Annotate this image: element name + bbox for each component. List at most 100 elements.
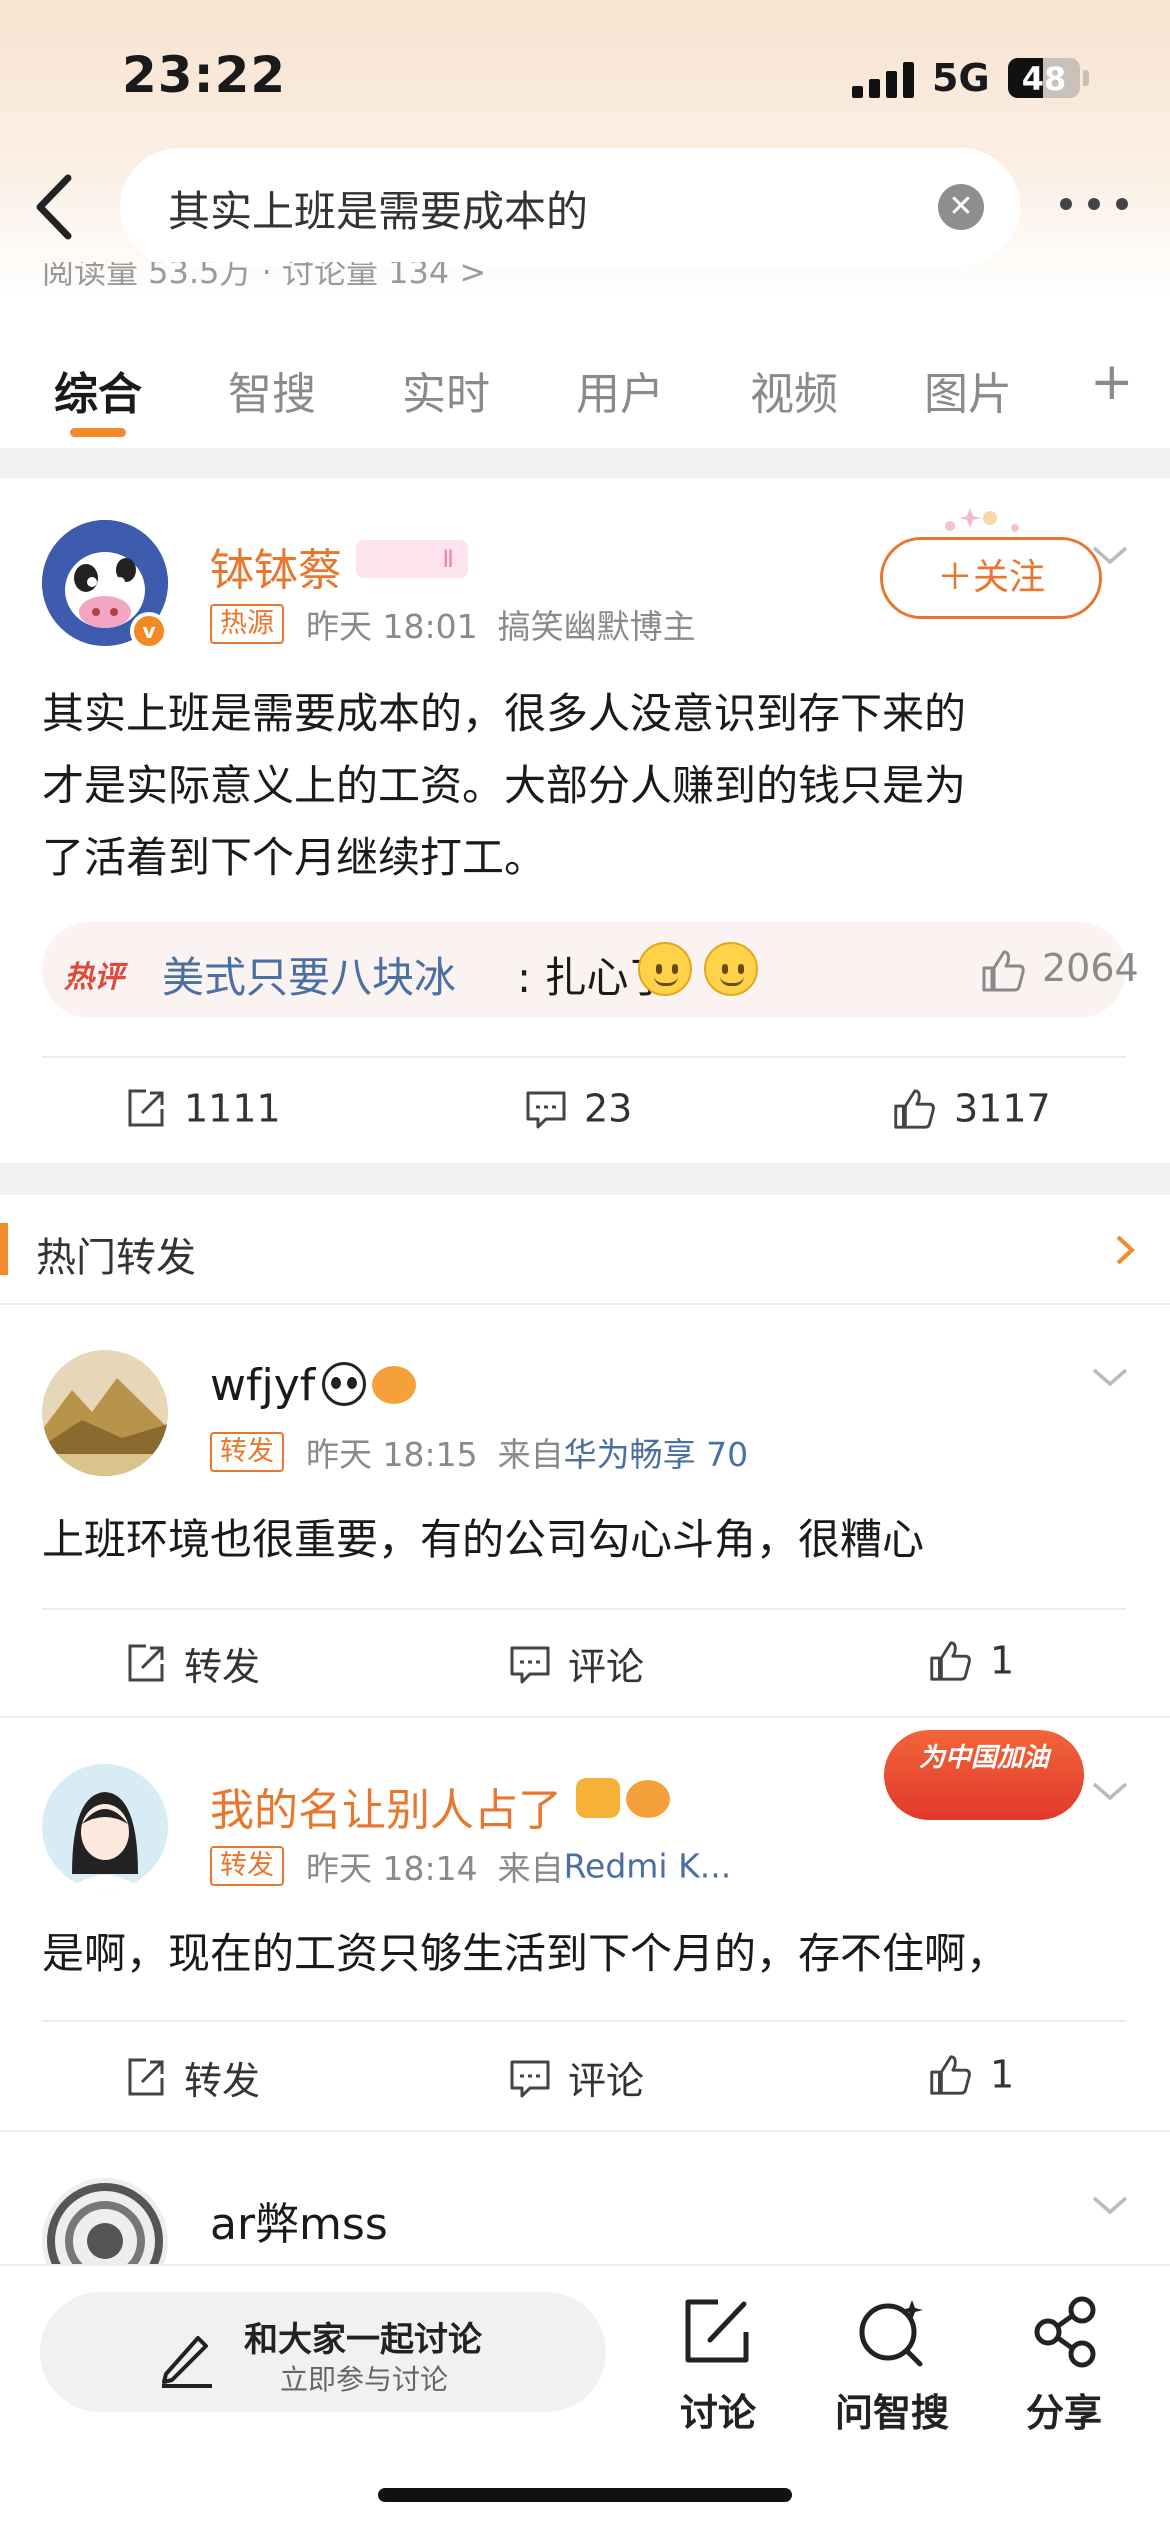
repost-device[interactable]: 华为畅享 70 bbox=[564, 1435, 748, 1474]
like-icon bbox=[930, 2054, 971, 2095]
hot-comment-author[interactable]: 美式只要八块冰 bbox=[162, 944, 456, 1005]
app: 23:22 5G 48 其实上班是需要成本的 ✕ 阅读量 53.5万 · 讨论量… bbox=[0, 0, 1170, 2532]
share-button[interactable]: 分享 bbox=[994, 2290, 1134, 2435]
divider bbox=[42, 2020, 1126, 2022]
repost-author[interactable]: 我的名让别人占了 bbox=[210, 1774, 562, 1838]
post-text-line-2: 才是实际意义上的工资。大部分人赚到的钱只是为 bbox=[42, 761, 967, 810]
chevron-down-icon[interactable] bbox=[1090, 1362, 1130, 1392]
ask-smart-search-button[interactable]: 问智搜 bbox=[822, 2290, 962, 2435]
repost-button[interactable]: 1111 bbox=[124, 1084, 281, 1131]
status-bar: 23:22 5G 48 bbox=[0, 0, 1170, 150]
tab-videos[interactable]: 视频 bbox=[750, 358, 838, 422]
search-input[interactable]: 其实上班是需要成本的 ✕ bbox=[120, 148, 1020, 266]
like-button[interactable]: 1 bbox=[926, 1636, 1014, 1685]
repost-tag: 转发 bbox=[210, 1432, 284, 1472]
discuss-input[interactable]: 和大家一起讨论 立即参与讨论 bbox=[40, 2292, 606, 2412]
smile-emoji-icon bbox=[638, 942, 692, 996]
event-badge: 为中国加油 bbox=[884, 1730, 1084, 1820]
like-icon[interactable] bbox=[978, 946, 1028, 996]
hot-comment[interactable]: 热评 美式只要八块冰 : 扎心了 2064 bbox=[42, 922, 1139, 1018]
add-tab-icon[interactable]: + bbox=[1090, 352, 1134, 412]
repost-button[interactable]: 转发 bbox=[124, 2050, 260, 2105]
repost-author[interactable]: ar弊mss bbox=[210, 2188, 388, 2252]
avatar[interactable] bbox=[42, 1350, 168, 1476]
comment-label: 评论 bbox=[568, 1645, 645, 1689]
panda-emoji-icon bbox=[322, 1362, 366, 1406]
chevron-down-icon[interactable] bbox=[1090, 1776, 1130, 1806]
follow-button[interactable]: ＋关注 bbox=[880, 537, 1102, 619]
tab-users[interactable]: 用户 bbox=[576, 358, 664, 422]
repost-icon bbox=[128, 2058, 164, 2095]
like-button[interactable]: 1 bbox=[926, 2050, 1014, 2099]
comment-icon bbox=[510, 2060, 550, 2097]
repost-meta: 转发 昨天 18:15 来自华为畅享 70 bbox=[210, 1428, 748, 1476]
like-icon bbox=[930, 1640, 971, 1681]
comment-button[interactable]: 23 bbox=[524, 1084, 632, 1131]
repost-label: 转发 bbox=[184, 2059, 261, 2103]
post-author-desc: 搞笑幽默博主 bbox=[497, 607, 696, 646]
sparkle-decoration-icon bbox=[945, 508, 1019, 532]
divider bbox=[0, 1303, 1170, 1305]
tab-images[interactable]: 图片 bbox=[924, 358, 1012, 422]
post-text-line-1: 其实上班是需要成本的，很多人没意识到存下来的 bbox=[42, 689, 967, 738]
repost-count: 1111 bbox=[184, 1086, 281, 1131]
divider bbox=[0, 2130, 1170, 2132]
section-title: 热门转发 bbox=[36, 1235, 196, 1281]
home-indicator bbox=[378, 2488, 792, 2502]
repost-meta: 转发 昨天 18:14 来自Redmi K... bbox=[210, 1842, 731, 1890]
tab-realtime[interactable]: 实时 bbox=[402, 358, 490, 422]
hot-comment-label: 热评 bbox=[64, 960, 124, 995]
section-accent bbox=[0, 1223, 8, 1275]
repost-from: 来自 bbox=[497, 1435, 564, 1474]
tab-smart-search[interactable]: 智搜 bbox=[228, 358, 316, 422]
comment-icon bbox=[510, 1646, 550, 1683]
girl-avatar-icon bbox=[42, 1764, 168, 1890]
share-label: 分享 bbox=[1025, 2391, 1102, 2435]
like-icon bbox=[894, 1088, 935, 1129]
like-count: 1 bbox=[990, 1638, 1015, 1683]
discuss-title: 和大家一起讨论 bbox=[244, 2320, 482, 2360]
like-count: 1 bbox=[990, 2052, 1015, 2097]
comment-button[interactable]: 评论 bbox=[508, 1636, 644, 1691]
ask-smart-search-label: 问智搜 bbox=[834, 2391, 949, 2435]
repost-time: 昨天 18:14 bbox=[306, 1849, 478, 1888]
topic-stats-text: 阅读量 53.5万 · 讨论量 134 > bbox=[42, 262, 487, 291]
avatar[interactable] bbox=[42, 1764, 168, 1890]
like-button[interactable]: 3117 bbox=[890, 1084, 1051, 1133]
edit-square-icon bbox=[685, 2299, 749, 2363]
post-tag: 热源 bbox=[210, 604, 284, 644]
repost-button[interactable]: 转发 bbox=[124, 1636, 260, 1691]
more-options-icon[interactable] bbox=[1060, 198, 1130, 218]
divider bbox=[0, 448, 1170, 478]
divider bbox=[42, 1608, 1126, 1610]
network-label: 5G bbox=[932, 56, 990, 100]
comment-icon bbox=[526, 1091, 566, 1128]
clear-icon[interactable]: ✕ bbox=[938, 184, 984, 230]
chevron-down-icon[interactable] bbox=[1090, 540, 1130, 570]
active-tab-indicator bbox=[70, 428, 126, 437]
signal-icon bbox=[852, 62, 916, 98]
crown-emoji-icon bbox=[576, 1778, 620, 1818]
repost-from: 来自 bbox=[497, 1849, 564, 1888]
discuss-button[interactable]: 讨论 bbox=[648, 2290, 788, 2435]
battery-level: 48 bbox=[1021, 60, 1067, 98]
tab-bar: 综合 智搜 实时 用户 视频 图片 + bbox=[0, 300, 1170, 448]
comment-label: 评论 bbox=[568, 2059, 645, 2103]
repost-author[interactable]: wfjyf bbox=[210, 1360, 315, 1411]
pencil-icon bbox=[162, 2336, 212, 2388]
post-author[interactable]: 钵钵蔡 bbox=[210, 534, 342, 598]
comment-button[interactable]: 评论 bbox=[508, 2050, 644, 2105]
tab-comprehensive[interactable]: 综合 bbox=[54, 358, 142, 422]
hot-reposts-header[interactable]: 热门转发 bbox=[0, 1195, 1170, 1303]
chevron-right-icon[interactable] bbox=[1112, 1233, 1138, 1267]
like-count: 3117 bbox=[954, 1086, 1051, 1131]
back-button[interactable] bbox=[28, 170, 88, 244]
repost-label: 转发 bbox=[184, 1645, 261, 1689]
repost-device[interactable]: Redmi K... bbox=[564, 1847, 732, 1886]
repost-time: 昨天 18:15 bbox=[306, 1435, 478, 1474]
chevron-down-icon[interactable] bbox=[1090, 2190, 1130, 2220]
post-text-line-3: 了活着到下个月继续打工。 bbox=[42, 833, 547, 882]
post-meta: 热源 昨天 18:01 搞笑幽默博主 bbox=[210, 600, 696, 648]
fish-emoji-icon bbox=[372, 1366, 416, 1404]
topic-stats: 阅读量 53.5万 · 讨论量 134 > bbox=[42, 262, 486, 296]
